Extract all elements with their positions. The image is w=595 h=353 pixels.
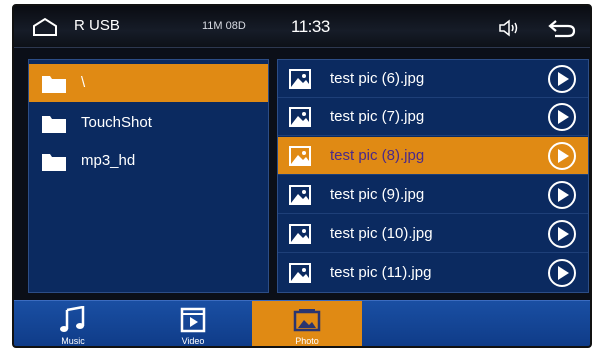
dock-video-button[interactable]: Video [138,301,248,346]
file-item[interactable]: test pic (11).jpg [278,254,588,292]
file-label: test pic (9).jpg [330,186,425,203]
play-icon[interactable] [547,219,577,249]
music-note-icon [60,306,85,332]
image-file-icon [289,107,311,127]
file-item[interactable]: test pic (9).jpg [278,176,588,214]
clock: 11:33 [291,17,330,36]
dock-photo-label: Photo [295,336,319,346]
photo-icon [293,309,321,332]
dock-music-label: Music [61,336,85,346]
folder-list: \ TouchShot mp3_hd [28,59,269,293]
image-file-icon [289,146,311,166]
head-unit-screen: R USB 11M 08D 11:33 \ TouchShot mp3_hd t… [12,4,592,348]
file-label: test pic (11).jpg [330,264,432,281]
image-file-icon [289,185,311,205]
file-label: test pic (6).jpg [330,70,425,87]
dock-photo-button[interactable]: Photo [252,301,362,346]
folder-label: TouchShot [81,114,152,131]
bottom-dock: Music Video Photo [14,300,590,346]
file-item-selected[interactable]: test pic (8).jpg [278,137,588,175]
date-label: 11M 08D [202,20,246,32]
folder-item-mp3-hd[interactable]: mp3_hd [29,142,268,180]
play-icon[interactable] [547,141,577,171]
file-label: test pic (8).jpg [330,147,425,164]
dock-music-button[interactable]: Music [18,301,128,346]
play-icon[interactable] [547,180,577,210]
folder-item-root[interactable]: \ [29,64,268,102]
folder-label: \ [81,74,86,91]
folder-label: mp3_hd [81,152,136,169]
speaker-icon[interactable] [498,19,520,37]
dock-video-label: Video [181,336,205,346]
play-icon[interactable] [547,102,577,132]
home-icon[interactable] [32,17,58,37]
file-item[interactable]: test pic (10).jpg [278,215,588,253]
file-list: test pic (6).jpg test pic (7).jpg test p… [277,59,589,293]
source-label: R USB [74,17,120,34]
file-item[interactable]: test pic (6).jpg [278,60,588,98]
play-icon[interactable] [547,258,577,288]
image-file-icon [289,224,311,244]
image-file-icon [289,263,311,283]
folder-icon [42,116,66,133]
file-label: test pic (10).jpg [330,225,433,242]
file-label: test pic (7).jpg [330,108,425,125]
play-icon[interactable] [547,64,577,94]
folder-item-touchshot[interactable]: TouchShot [29,104,268,142]
folder-icon [42,154,66,171]
image-file-icon [289,69,311,89]
status-bar: R USB 11M 08D 11:33 [14,6,590,48]
video-icon [180,307,206,333]
file-item[interactable]: test pic (7).jpg [278,98,588,136]
folder-icon [42,76,66,93]
back-arrow-icon[interactable] [547,17,577,39]
